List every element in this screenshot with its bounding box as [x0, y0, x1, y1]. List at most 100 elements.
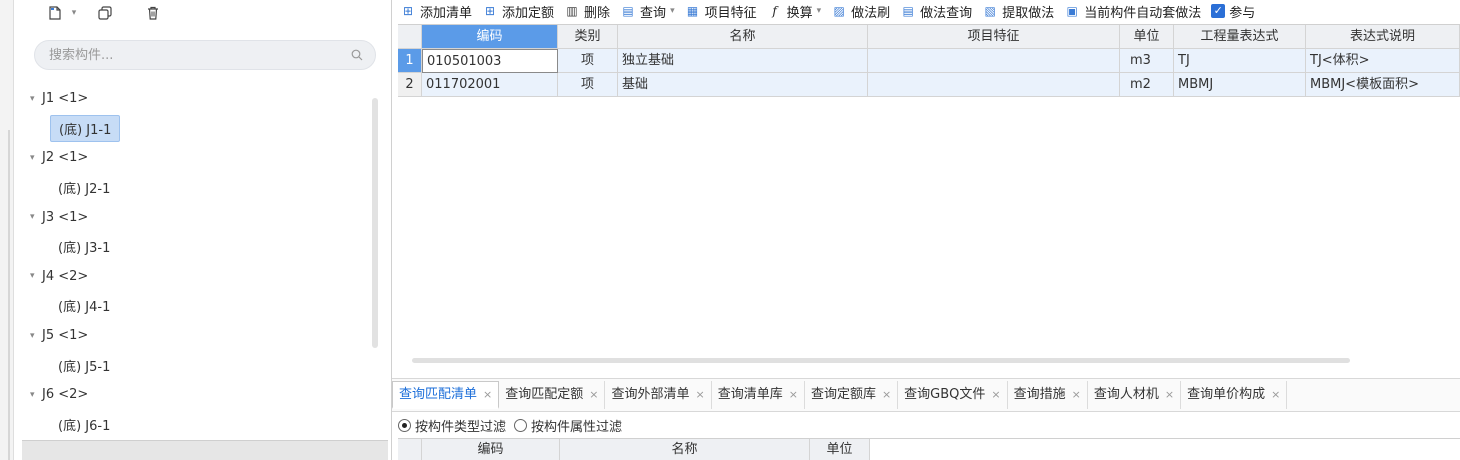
edge-splitter[interactable]: [8, 130, 10, 460]
tree-leaf[interactable]: (底) J3-1: [14, 232, 374, 262]
method-query-button[interactable]: ▤ 做法查询: [900, 2, 973, 21]
cell-unit[interactable]: m3: [1120, 49, 1174, 73]
cell-expression-desc[interactable]: TJ<体积>: [1306, 49, 1460, 73]
query-button[interactable]: ▤ 查询 ▾: [620, 2, 675, 21]
cell-expression[interactable]: TJ: [1174, 49, 1306, 73]
col-header-name[interactable]: 名称: [560, 439, 810, 460]
search-input[interactable]: [49, 46, 339, 64]
row-number[interactable]: 1: [398, 49, 422, 73]
close-icon[interactable]: ×: [991, 382, 1000, 408]
tab-match-list[interactable]: 查询匹配清单 ×: [392, 381, 500, 409]
close-icon[interactable]: ×: [695, 382, 704, 408]
tab-labor-material[interactable]: 查询人材机 ×: [1088, 381, 1182, 409]
radio-unselected-icon[interactable]: [514, 418, 528, 432]
ref-checkbox[interactable]: ✓ 参与: [1211, 2, 1255, 21]
chevron-down-icon[interactable]: ▾: [68, 0, 80, 26]
cell-category[interactable]: 项: [558, 73, 618, 97]
tree-group[interactable]: ▾ J1 <1>: [14, 84, 374, 114]
cell-features[interactable]: [868, 49, 1120, 73]
close-icon[interactable]: ×: [483, 382, 492, 408]
delete-label: 删除: [584, 5, 611, 21]
cell-unit[interactable]: m2: [1120, 73, 1174, 97]
tab-label: 查询定额库: [810, 387, 876, 402]
item-features-button[interactable]: ▦ 项目特征: [685, 2, 757, 21]
search-icon[interactable]: [351, 49, 363, 65]
add-list-button[interactable]: ⊞ 添加清单: [400, 2, 472, 21]
col-header-name[interactable]: 名称: [618, 25, 868, 49]
tree-group[interactable]: ▾ J4 <2>: [14, 262, 374, 292]
chevron-down-icon[interactable]: ▾: [817, 6, 822, 16]
col-header-unit[interactable]: 单位: [810, 439, 870, 460]
convert-button[interactable]: f 换算 ▾: [767, 2, 822, 21]
close-icon[interactable]: ×: [1165, 382, 1174, 408]
cell-code[interactable]: 011702001: [422, 73, 558, 97]
caret-down-icon[interactable]: ▾: [30, 271, 40, 281]
grid-horizontal-scrollbar[interactable]: [412, 358, 1350, 363]
tab-unit-price[interactable]: 查询单价构成 ×: [1181, 381, 1288, 409]
tree-group[interactable]: ▾ J5 <1>: [14, 321, 374, 351]
tree-group[interactable]: ▾ J3 <1>: [14, 202, 374, 232]
col-header-expression[interactable]: 工程量表达式: [1174, 25, 1306, 49]
cell-expression[interactable]: MBMJ: [1174, 73, 1306, 97]
cell-expression-desc[interactable]: MBMJ<模板面积>: [1306, 73, 1460, 97]
radio-selected-icon[interactable]: [398, 418, 411, 432]
tree-leaf[interactable]: (底) J1-1: [14, 114, 374, 144]
close-icon[interactable]: ×: [1072, 382, 1081, 408]
col-header-unit[interactable]: 单位: [1120, 25, 1174, 49]
tree-leaf-label: (底) J2-1: [58, 182, 111, 198]
close-icon[interactable]: ×: [589, 382, 598, 408]
col-header-category[interactable]: 类别: [558, 25, 618, 49]
caret-down-icon[interactable]: ▾: [30, 153, 40, 163]
col-header-expression-desc[interactable]: 表达式说明: [1306, 25, 1460, 49]
copy-icon[interactable]: [94, 0, 116, 26]
tab-gbq-file[interactable]: 查询GBQ文件 ×: [898, 381, 1008, 409]
filter-by-attr-label: 按构件属性过滤: [531, 419, 623, 435]
close-icon[interactable]: ×: [789, 382, 798, 408]
filter-by-type-radio[interactable]: 按构件类型过滤: [398, 416, 506, 435]
properties-panel-header[interactable]: [22, 440, 388, 460]
delete-button[interactable]: ▥ 删除: [564, 2, 610, 21]
col-header-code[interactable]: 编码: [422, 25, 558, 49]
close-icon[interactable]: ×: [882, 382, 891, 408]
tree-scrollbar[interactable]: [372, 98, 378, 348]
method-brush-button[interactable]: ▨ 做法刷: [831, 2, 890, 21]
tree-leaf[interactable]: (底) J2-1: [14, 173, 374, 203]
extract-method-button[interactable]: ▧ 提取做法: [982, 2, 1055, 21]
cell-category[interactable]: 项: [558, 49, 618, 73]
tree-group[interactable]: ▾ J2 <1>: [14, 143, 374, 173]
close-icon[interactable]: ×: [1271, 382, 1280, 408]
checkbox-checked-icon[interactable]: ✓: [1211, 4, 1226, 18]
tree-leaf[interactable]: (底) J4-1: [14, 291, 374, 321]
caret-down-icon[interactable]: ▾: [30, 390, 40, 400]
caret-down-icon[interactable]: ▾: [30, 331, 40, 341]
method-brush-label: 做法刷: [851, 5, 891, 21]
tab-list-library[interactable]: 查询清单库 ×: [712, 381, 805, 409]
row-number[interactable]: 2: [398, 73, 422, 97]
add-quota-button[interactable]: ⊞ 添加定额: [482, 2, 554, 21]
filter-by-attr-radio[interactable]: 按构件属性过滤: [514, 416, 622, 435]
caret-down-icon[interactable]: ▾: [30, 212, 40, 222]
new-component-icon[interactable]: [44, 0, 66, 26]
cell-name[interactable]: 独立基础: [618, 49, 868, 73]
chevron-down-icon[interactable]: ▾: [670, 6, 675, 16]
table-row[interactable]: 2 011702001 项 基础 m2 MBMJ MBMJ<模板面积>: [398, 73, 1460, 97]
tree-leaf[interactable]: (底) J6-1: [14, 410, 374, 440]
tab-external-list[interactable]: 查询外部清单 ×: [605, 381, 712, 409]
item-features-label: 项目特征: [704, 5, 757, 21]
cell-name[interactable]: 基础: [618, 73, 868, 97]
caret-down-icon[interactable]: ▾: [30, 94, 40, 104]
table-row[interactable]: 1 010501003 项 独立基础 m3 TJ TJ<体积>: [398, 49, 1460, 73]
tree-leaf[interactable]: (底) J5-1: [14, 350, 374, 380]
tab-measures[interactable]: 查询措施 ×: [1008, 381, 1088, 409]
col-header-code[interactable]: 编码: [422, 439, 560, 460]
cell-code[interactable]: 010501003: [422, 49, 558, 73]
trash-icon[interactable]: [142, 0, 164, 26]
col-header-features[interactable]: 项目特征: [868, 25, 1120, 49]
tree-group[interactable]: ▾ J6 <2>: [14, 380, 374, 410]
auto-method-button[interactable]: ▣ 当前构件自动套做法: [1064, 2, 1202, 21]
tab-quota-library[interactable]: 查询定额库 ×: [805, 381, 899, 409]
cell-features[interactable]: [868, 73, 1120, 97]
component-search[interactable]: [34, 40, 376, 70]
tab-match-quota[interactable]: 查询匹配定额 ×: [499, 381, 606, 409]
tree-group-label: J2 <1>: [42, 150, 89, 166]
